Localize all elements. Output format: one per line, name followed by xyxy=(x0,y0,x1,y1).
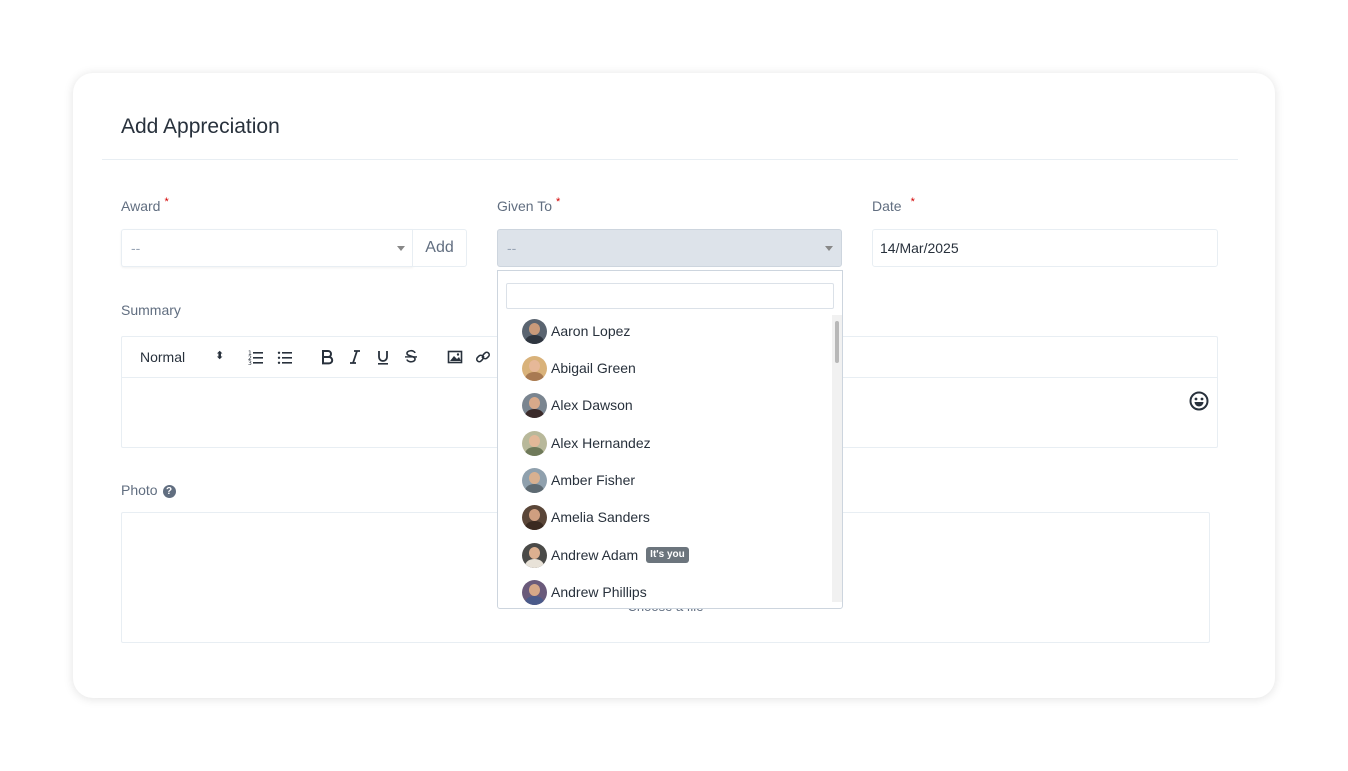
bullet-list-icon[interactable] xyxy=(277,349,293,365)
format-select[interactable]: Normal xyxy=(140,349,185,365)
option-name: Alex Hernandez xyxy=(551,435,651,451)
summary-label: Summary xyxy=(121,302,181,318)
avatar xyxy=(522,392,547,418)
list-item[interactable]: Amber Fisher xyxy=(522,465,635,495)
date-input[interactable]: 14/Mar/2025 xyxy=(872,229,1218,267)
question-circle-icon[interactable]: ? xyxy=(162,485,176,498)
avatar xyxy=(522,430,547,456)
its-you-badge: It's you xyxy=(646,547,689,563)
avatar xyxy=(522,355,547,381)
given-to-label-text: Given To xyxy=(497,198,552,214)
required-mark: * xyxy=(556,196,561,208)
chevron-down-icon xyxy=(825,246,833,251)
scrollbar-thumb[interactable] xyxy=(835,321,839,363)
option-name: Andrew Phillips xyxy=(551,584,647,600)
image-icon[interactable] xyxy=(447,349,463,365)
option-name: Abigail Green xyxy=(551,360,636,376)
photo-label-text: Photo xyxy=(121,482,158,498)
ordered-list-icon[interactable]: 1 2 3 xyxy=(248,349,264,365)
italic-icon[interactable] xyxy=(348,349,362,365)
dropdown-search-input[interactable] xyxy=(506,283,834,309)
option-name: Alex Dawson xyxy=(551,397,633,413)
link-icon[interactable] xyxy=(475,349,491,365)
date-label-text: Date xyxy=(872,198,902,214)
emoji-icon[interactable] xyxy=(1189,391,1209,411)
dropdown-options-list: Aaron Lopez Abigail Green Alex Dawson Al… xyxy=(498,315,832,608)
option-name: Aaron Lopez xyxy=(551,323,631,339)
title-divider xyxy=(102,159,1238,160)
list-item[interactable]: Andrew Adam It's you xyxy=(522,540,689,570)
award-select[interactable]: -- xyxy=(121,229,413,267)
list-item[interactable]: Aaron Lopez xyxy=(522,316,630,346)
list-item[interactable]: Abigail Green xyxy=(522,353,636,383)
avatar xyxy=(522,504,547,530)
avatar xyxy=(522,579,547,605)
required-mark: * xyxy=(910,196,915,208)
bold-icon[interactable] xyxy=(320,349,334,365)
svg-text:3: 3 xyxy=(248,360,252,365)
given-to-select[interactable]: -- xyxy=(497,229,842,267)
add-award-button[interactable]: Add xyxy=(412,229,467,267)
avatar xyxy=(522,318,547,344)
required-mark: * xyxy=(164,196,169,208)
award-label-text: Award xyxy=(121,198,161,214)
page-title: Add Appreciation xyxy=(121,115,280,138)
list-item[interactable]: Alex Hernandez xyxy=(522,428,651,458)
list-item[interactable]: Amelia Sanders xyxy=(522,502,650,532)
given-to-label: Given To * xyxy=(497,196,561,214)
strikethrough-icon[interactable] xyxy=(404,349,418,365)
option-name: Amelia Sanders xyxy=(551,509,650,525)
avatar xyxy=(522,542,547,568)
given-to-dropdown: Aaron Lopez Abigail Green Alex Dawson Al… xyxy=(497,270,843,609)
given-to-select-value: -- xyxy=(507,240,517,256)
option-name: Andrew Adam xyxy=(551,547,639,563)
option-name: Amber Fisher xyxy=(551,472,636,488)
photo-label: Photo? xyxy=(121,482,176,498)
chevron-down-icon xyxy=(397,246,405,251)
list-item[interactable]: Andrew Phillips xyxy=(522,577,647,607)
underline-icon[interactable] xyxy=(376,349,390,365)
dropdown-scrollbar[interactable] xyxy=(832,315,842,602)
format-select-caret-icon: ⬍ xyxy=(215,350,225,362)
award-select-value: -- xyxy=(131,240,141,256)
date-label: Date * xyxy=(872,196,915,214)
award-label: Award * xyxy=(121,196,169,214)
avatar xyxy=(522,467,547,493)
list-item[interactable]: Alex Dawson xyxy=(522,390,633,420)
